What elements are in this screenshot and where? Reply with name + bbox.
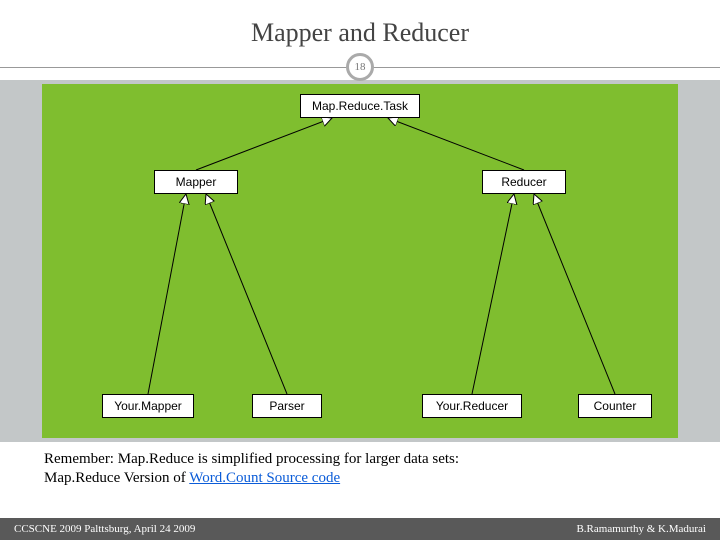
slide-title: Mapper and Reducer (0, 18, 720, 48)
body-line2-prefix: Map.Reduce Version of (44, 470, 189, 486)
node-your-mapper: Your.Mapper (102, 394, 194, 418)
node-counter: Counter (578, 394, 652, 418)
footer-bar: CCSCNE 2009 Palttsburg, April 24 2009 B.… (0, 518, 720, 540)
title-area: Mapper and Reducer (0, 0, 720, 54)
slide: Mapper and Reducer 18 Map.Reduce.Task Ma… (0, 0, 720, 540)
uml-diagram: Map.Reduce.Task Mapper Reducer Your.Mapp… (42, 84, 678, 438)
node-reducer: Reducer (482, 170, 566, 194)
diagram-edges (42, 84, 678, 438)
body-text: Remember: Map.Reduce is simplified proce… (0, 442, 720, 488)
node-mapreduce-task: Map.Reduce.Task (300, 94, 420, 118)
source-code-link[interactable]: Word.Count Source code (189, 470, 340, 486)
body-line1: Remember: Map.Reduce is simplified proce… (44, 450, 676, 469)
body-line2: Map.Reduce Version of Word.Count Source … (44, 469, 676, 488)
diagram-container: Map.Reduce.Task Mapper Reducer Your.Mapp… (0, 80, 720, 442)
slide-number-badge: 18 (346, 53, 374, 81)
footer-right: B.Ramamurthy & K.Madurai (576, 523, 706, 535)
node-your-reducer: Your.Reducer (422, 394, 522, 418)
node-mapper: Mapper (154, 170, 238, 194)
footer-left: CCSCNE 2009 Palttsburg, April 24 2009 (14, 523, 195, 535)
slide-number-row: 18 (0, 54, 720, 80)
node-parser: Parser (252, 394, 322, 418)
